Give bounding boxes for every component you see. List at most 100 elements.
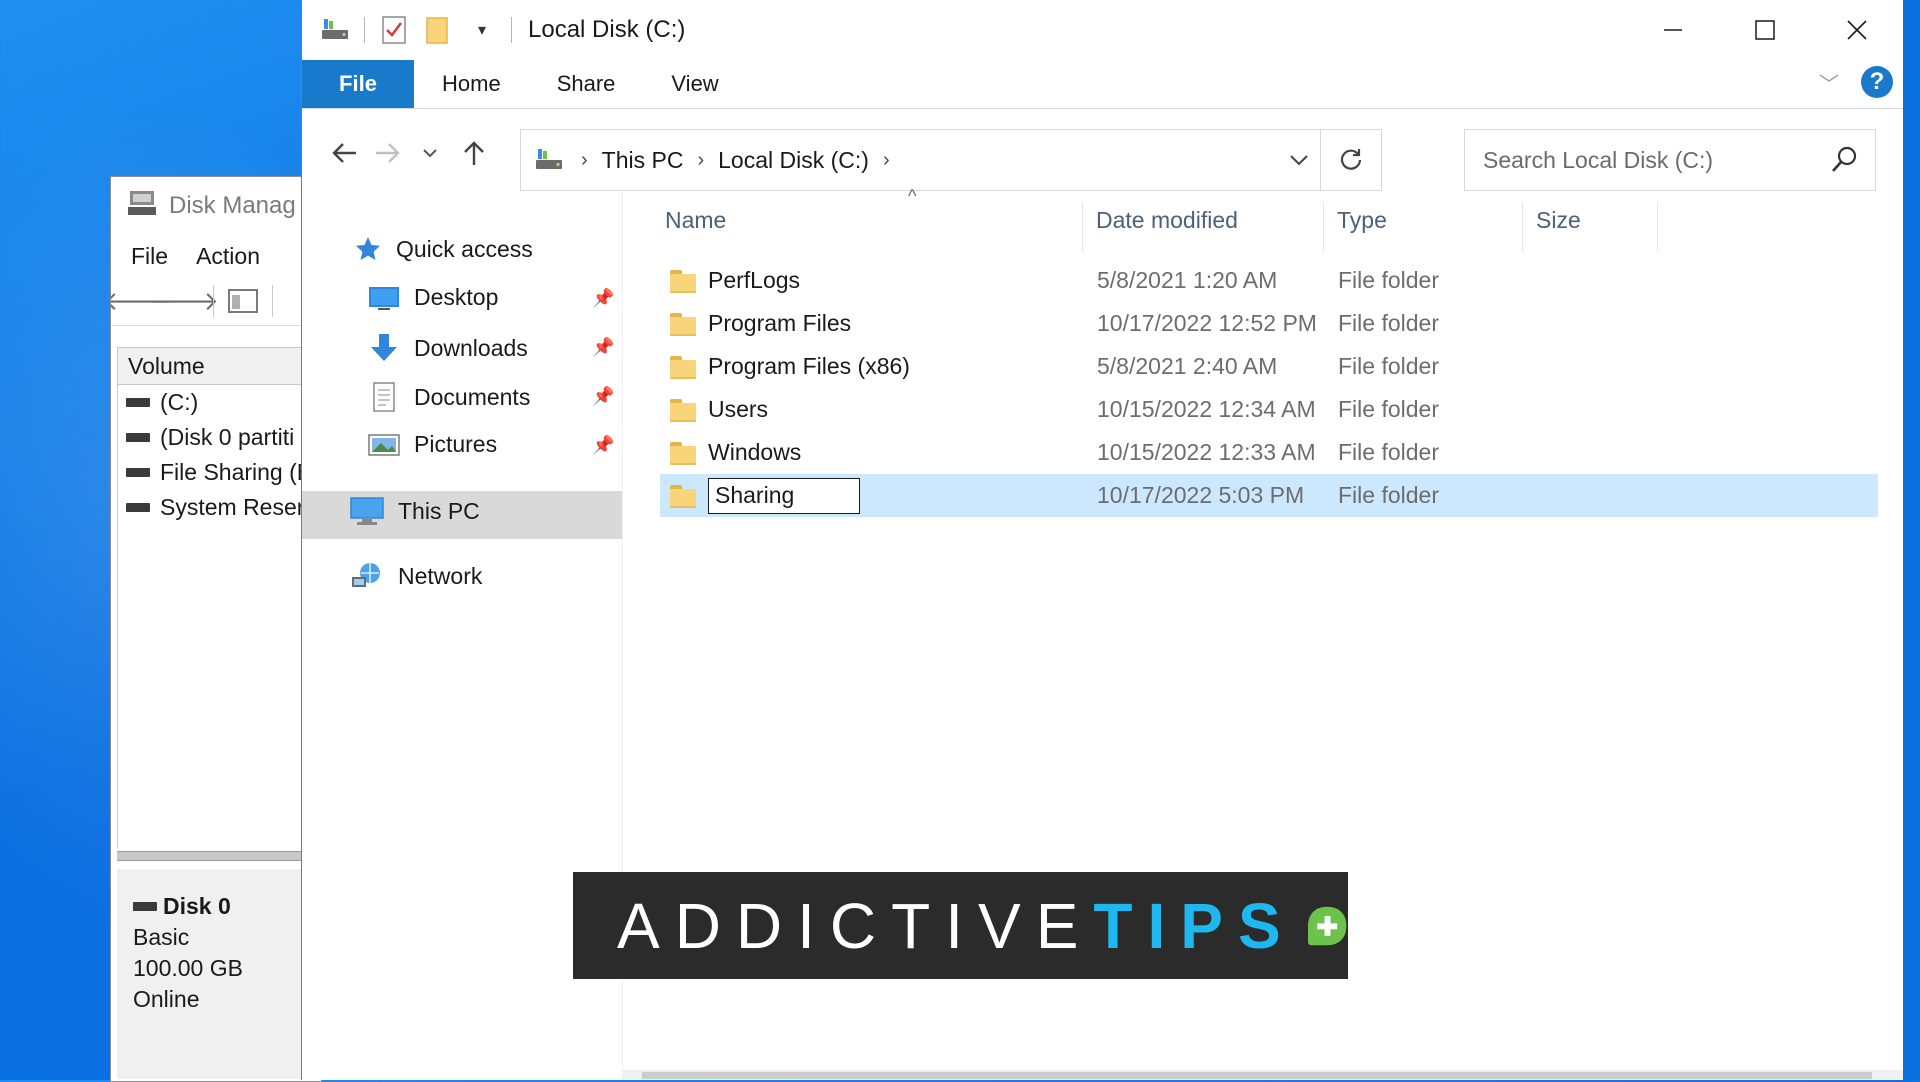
dm-volume-list: Volume (C:) (Disk 0 partiti File Sharing… xyxy=(117,347,321,848)
tab-share[interactable]: Share xyxy=(529,60,644,108)
drive-icon xyxy=(126,433,150,442)
qat-divider xyxy=(511,17,512,43)
pane-splitter[interactable] xyxy=(117,851,321,861)
volume-row[interactable]: (Disk 0 partiti xyxy=(118,420,321,455)
volume-column-header[interactable]: Volume xyxy=(118,348,321,385)
minimize-button[interactable] xyxy=(1627,0,1719,60)
addictivetips-watermark: ADDICTIVE TIPS xyxy=(573,872,1348,979)
breadcrumb-separator-icon[interactable]: › xyxy=(581,149,588,172)
table-row[interactable]: Program Files (x86) 5/8/2021 2:40 AM Fil… xyxy=(660,345,1878,388)
file-type: File folder xyxy=(1338,396,1439,422)
breadcrumb-this-pc[interactable]: This PC xyxy=(602,147,684,174)
refresh-button[interactable] xyxy=(1320,130,1381,190)
drive-icon xyxy=(533,145,567,175)
breadcrumb-separator-icon[interactable]: › xyxy=(697,149,704,172)
drive-icon xyxy=(126,468,150,477)
explorer-titlebar[interactable]: ▾ Local Disk (C:) xyxy=(302,0,1903,60)
search-icon[interactable] xyxy=(1829,144,1861,176)
column-divider[interactable] xyxy=(1082,202,1083,252)
file-name-cell: Program Files xyxy=(670,302,851,345)
minimize-icon xyxy=(1664,29,1682,31)
up-button[interactable] xyxy=(452,131,496,175)
dm-menu-action[interactable]: Action xyxy=(196,243,260,270)
drive-icon xyxy=(133,902,157,911)
table-row[interactable]: Program Files 10/17/2022 12:52 PM File f… xyxy=(660,302,1878,345)
dm-menu-file[interactable]: File xyxy=(131,243,168,270)
back-button[interactable] xyxy=(322,131,366,175)
dm-toolbar: 🡐 🡒 xyxy=(111,277,321,326)
nav-this-pc[interactable]: This PC xyxy=(350,496,480,526)
drive-icon xyxy=(126,503,150,512)
nav-pictures[interactable]: Pictures xyxy=(368,431,497,458)
console-tree-icon[interactable] xyxy=(226,287,260,315)
volume-row[interactable]: File Sharing (E xyxy=(118,455,321,490)
customize-qat-icon[interactable]: ▾ xyxy=(467,15,497,45)
tab-home[interactable]: Home xyxy=(414,60,529,108)
nav-desktop[interactable]: Desktop xyxy=(368,284,498,311)
table-row[interactable]: Windows 10/15/2022 12:33 AM File folder xyxy=(660,431,1878,474)
properties-checkmark-icon[interactable] xyxy=(379,15,409,45)
file-date: 10/17/2022 12:52 PM xyxy=(1097,310,1317,336)
column-header-type[interactable]: Type xyxy=(1337,190,1387,250)
folder-icon xyxy=(670,354,696,380)
rename-input[interactable] xyxy=(708,477,860,514)
expand-ribbon-icon[interactable]: ﹀ xyxy=(1819,68,1839,97)
column-header-size[interactable]: Size xyxy=(1536,190,1581,250)
nav-downloads[interactable]: Downloads xyxy=(368,333,528,363)
table-row-selected[interactable]: 10/17/2022 5:03 PM File folder xyxy=(660,474,1878,517)
toolbar-divider xyxy=(213,285,214,317)
network-icon xyxy=(352,563,380,587)
breadcrumb-separator-icon[interactable]: › xyxy=(883,149,890,172)
column-divider[interactable] xyxy=(1522,202,1523,252)
pin-icon[interactable]: 📌 xyxy=(592,288,614,309)
pin-icon[interactable]: 📌 xyxy=(592,435,614,456)
volume-name: (Disk 0 partiti xyxy=(160,424,295,450)
window-title: Local Disk (C:) xyxy=(528,16,686,43)
forward-button[interactable] xyxy=(366,131,410,175)
address-bar[interactable]: › This PC › Local Disk (C:) › xyxy=(520,129,1382,191)
table-row[interactable]: Users 10/15/2022 12:34 AM File folder xyxy=(660,388,1878,431)
navigation-bar: › This PC › Local Disk (C:) › xyxy=(302,109,1903,191)
disk-management-icon xyxy=(127,189,157,224)
disk-management-window[interactable]: Disk Manag File Action 🡐 🡒 Volume (C:) (… xyxy=(110,176,322,1082)
maximize-button[interactable] xyxy=(1719,0,1811,60)
tab-view[interactable]: View xyxy=(643,60,746,108)
refresh-icon xyxy=(1340,149,1362,170)
nav-label: Network xyxy=(398,562,483,589)
file-name: PerfLogs xyxy=(708,267,801,293)
recent-locations-button[interactable] xyxy=(415,131,445,175)
watermark-word-accent: TIPS xyxy=(1093,889,1296,962)
dm-disk-pane: Disk 0 Basic 100.00 GB Online xyxy=(117,869,321,1079)
nav-quick-access[interactable]: Quick access xyxy=(354,235,533,263)
column-header-date-modified[interactable]: Date modified xyxy=(1096,190,1238,250)
volume-row[interactable]: System Reser xyxy=(118,490,321,525)
horizontal-scrollbar[interactable] xyxy=(622,1070,1903,1080)
column-divider[interactable] xyxy=(1323,202,1324,252)
pin-icon[interactable]: 📌 xyxy=(592,386,614,407)
new-folder-icon[interactable] xyxy=(423,15,453,45)
folder-icon xyxy=(670,440,696,466)
nav-label: Documents xyxy=(414,383,531,410)
search-box[interactable] xyxy=(1464,129,1876,191)
column-header-name[interactable]: Name xyxy=(665,190,726,250)
file-date: 10/17/2022 5:03 PM xyxy=(1097,482,1305,508)
scrollbar-thumb[interactable] xyxy=(642,1072,1872,1079)
nav-network[interactable]: Network xyxy=(350,561,482,591)
file-name: Users xyxy=(708,396,769,422)
pin-icon[interactable]: 📌 xyxy=(592,337,614,358)
tab-file[interactable]: File xyxy=(302,60,414,108)
table-row[interactable]: PerfLogs 5/8/2021 1:20 AM File folder xyxy=(660,259,1878,302)
breadcrumb-local-disk[interactable]: Local Disk (C:) xyxy=(718,147,869,174)
forward-arrow-icon[interactable]: 🡒 xyxy=(149,286,219,316)
column-divider[interactable] xyxy=(1657,202,1658,252)
disk-name: Disk 0 xyxy=(163,893,231,919)
nav-documents[interactable]: Documents xyxy=(368,382,530,412)
search-input[interactable] xyxy=(1465,145,1825,175)
volume-row[interactable]: (C:) xyxy=(118,385,321,420)
ribbon-right-controls: ﹀ ? xyxy=(1819,66,1893,98)
help-icon[interactable]: ? xyxy=(1861,66,1893,98)
close-button[interactable] xyxy=(1811,0,1903,60)
address-history-dropdown[interactable] xyxy=(1279,130,1319,190)
dm-titlebar[interactable]: Disk Manag xyxy=(111,177,321,235)
disk-info[interactable]: Disk 0 Basic 100.00 GB Online xyxy=(117,869,321,1015)
